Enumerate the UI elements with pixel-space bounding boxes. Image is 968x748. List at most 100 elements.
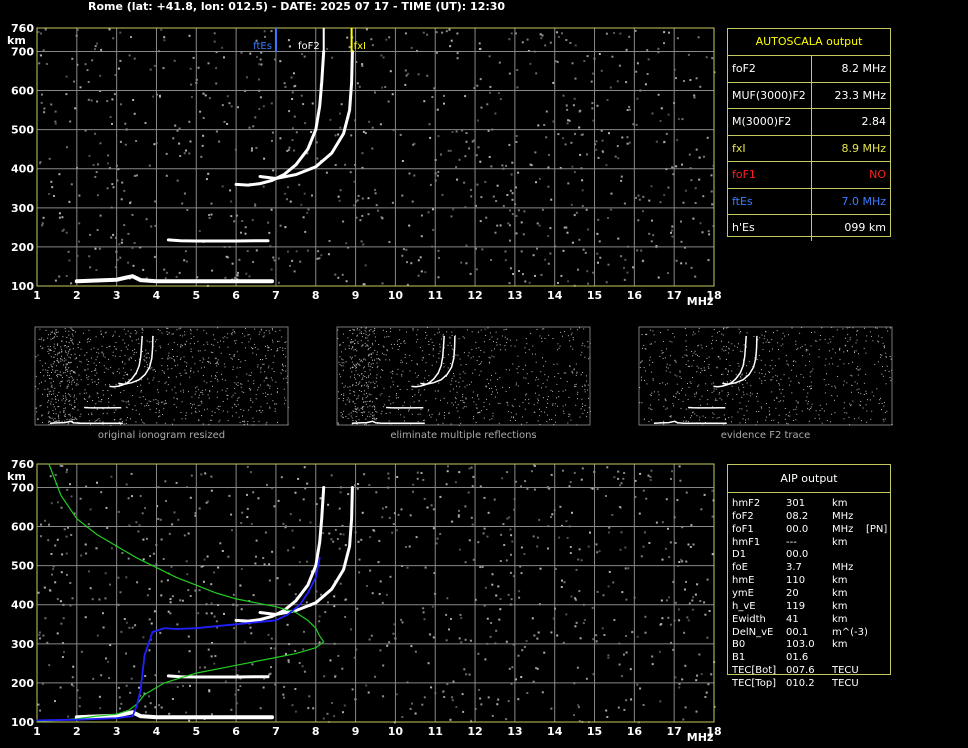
noise-dot (149, 555, 152, 558)
noise-dot (703, 155, 705, 158)
thumbnail-noise (675, 393, 677, 395)
thumbnail-noise (425, 362, 427, 364)
thumbnail-noise (201, 402, 203, 404)
noise-dot (632, 266, 634, 269)
thumbnail-noise (679, 376, 681, 378)
noise-dot (215, 130, 218, 133)
noise-dot (605, 709, 608, 712)
noise-dot (259, 96, 262, 99)
thumbnail-noise (489, 338, 491, 340)
noise-dot (401, 160, 404, 162)
thumbnail-noise (464, 386, 466, 388)
noise-dot (565, 104, 568, 107)
noise-dot (298, 561, 301, 564)
thumbnail-noise (52, 404, 54, 406)
thumbnail-noise (449, 342, 451, 344)
thumbnail-noise (700, 404, 701, 406)
thumbnail-frame (34, 326, 289, 426)
noise-dot (695, 679, 698, 682)
noise-dot (431, 605, 434, 608)
thumbnail-noise (477, 412, 479, 414)
thumbnail-noise (575, 404, 577, 406)
thumbnail-noise (806, 396, 808, 398)
thumbnail-noise (41, 381, 42, 383)
thumbnail-noise (210, 419, 212, 421)
thumbnail-noise (205, 389, 207, 391)
thumbnail-noise (282, 347, 284, 349)
thumbnail-noise (361, 379, 363, 380)
aip-unit: km (832, 575, 848, 587)
thumbnail-noise (850, 374, 852, 376)
noise-dot (98, 247, 101, 250)
noise-dot (616, 145, 619, 148)
thumbnail-noise (276, 391, 278, 393)
thumbnail-noise (189, 376, 191, 378)
noise-dot (585, 208, 588, 211)
noise-dot (252, 491, 255, 494)
thumbnail-noise (476, 408, 478, 410)
thumbnail-noise (371, 406, 373, 408)
thumbnail-noise (364, 342, 366, 344)
noise-dot (692, 596, 695, 599)
thumbnail-noise (641, 334, 643, 336)
noise-dot (377, 561, 380, 564)
thumbnail-noise (180, 412, 182, 414)
noise-dot (157, 517, 160, 520)
thumbnail-noise (167, 365, 168, 367)
thumbnail-noise (641, 402, 643, 404)
thumbnail-noise (374, 409, 376, 411)
thumbnail-noise (706, 403, 708, 405)
thumbnail-noise (459, 358, 461, 360)
thumbnail-noise (217, 380, 219, 382)
thumbnail-noise (739, 422, 741, 424)
aip-value: 08.2 (786, 510, 809, 522)
noise-dot (166, 579, 169, 582)
thumbnail-noise (456, 407, 458, 409)
thumbnail-noise (767, 341, 769, 343)
thumbnail-noise (258, 333, 260, 335)
thumbnail-noise (104, 332, 106, 334)
thumbnail-noise (851, 375, 853, 377)
noise-dot (617, 157, 620, 160)
noise-dot (475, 268, 478, 271)
thumbnail-noise (232, 366, 234, 368)
thumbnail-noise (883, 346, 885, 348)
noise-dot (597, 218, 600, 221)
thumbnail-noise (416, 363, 418, 365)
thumbnail-noise (665, 384, 666, 386)
noise-dot (99, 707, 102, 710)
noise-dot (54, 279, 57, 282)
thumbnail-noise (54, 408, 56, 410)
thumbnail-noise (750, 392, 751, 394)
noise-dot (663, 140, 666, 143)
noise-dot (580, 559, 583, 562)
noise-dot (210, 713, 213, 716)
thumbnail-noise (878, 335, 880, 337)
thumbnail-noise (361, 414, 363, 416)
thumbnail-noise (392, 384, 394, 386)
aip-name: h_vE (732, 600, 756, 612)
noise-dot (66, 468, 68, 471)
noise-dot (351, 688, 354, 691)
thumbnail-noise (354, 406, 356, 408)
thumbnail-noise (652, 330, 654, 332)
thumbnail-noise (832, 363, 834, 365)
thumbnail-noise (828, 383, 830, 385)
noise-dot (37, 31, 40, 34)
noise-dot (700, 673, 703, 676)
aip-unit: km (832, 600, 848, 612)
thumbnail-noise (755, 411, 757, 413)
noise-dot (356, 487, 359, 490)
thumbnail-noise (690, 417, 692, 419)
thumbnail-noise (353, 410, 355, 412)
thumbnail-noise (543, 365, 544, 367)
noise-dot (284, 85, 287, 88)
noise-dot (530, 164, 533, 167)
noise-dot (607, 531, 610, 534)
thumbnail-noise (467, 355, 469, 357)
noise-dot (344, 616, 347, 618)
thumbnail-noise (471, 331, 473, 333)
thumbnail-noise (369, 416, 371, 418)
thumbnail-noise (555, 414, 556, 416)
thumbnail-noise (148, 382, 150, 384)
